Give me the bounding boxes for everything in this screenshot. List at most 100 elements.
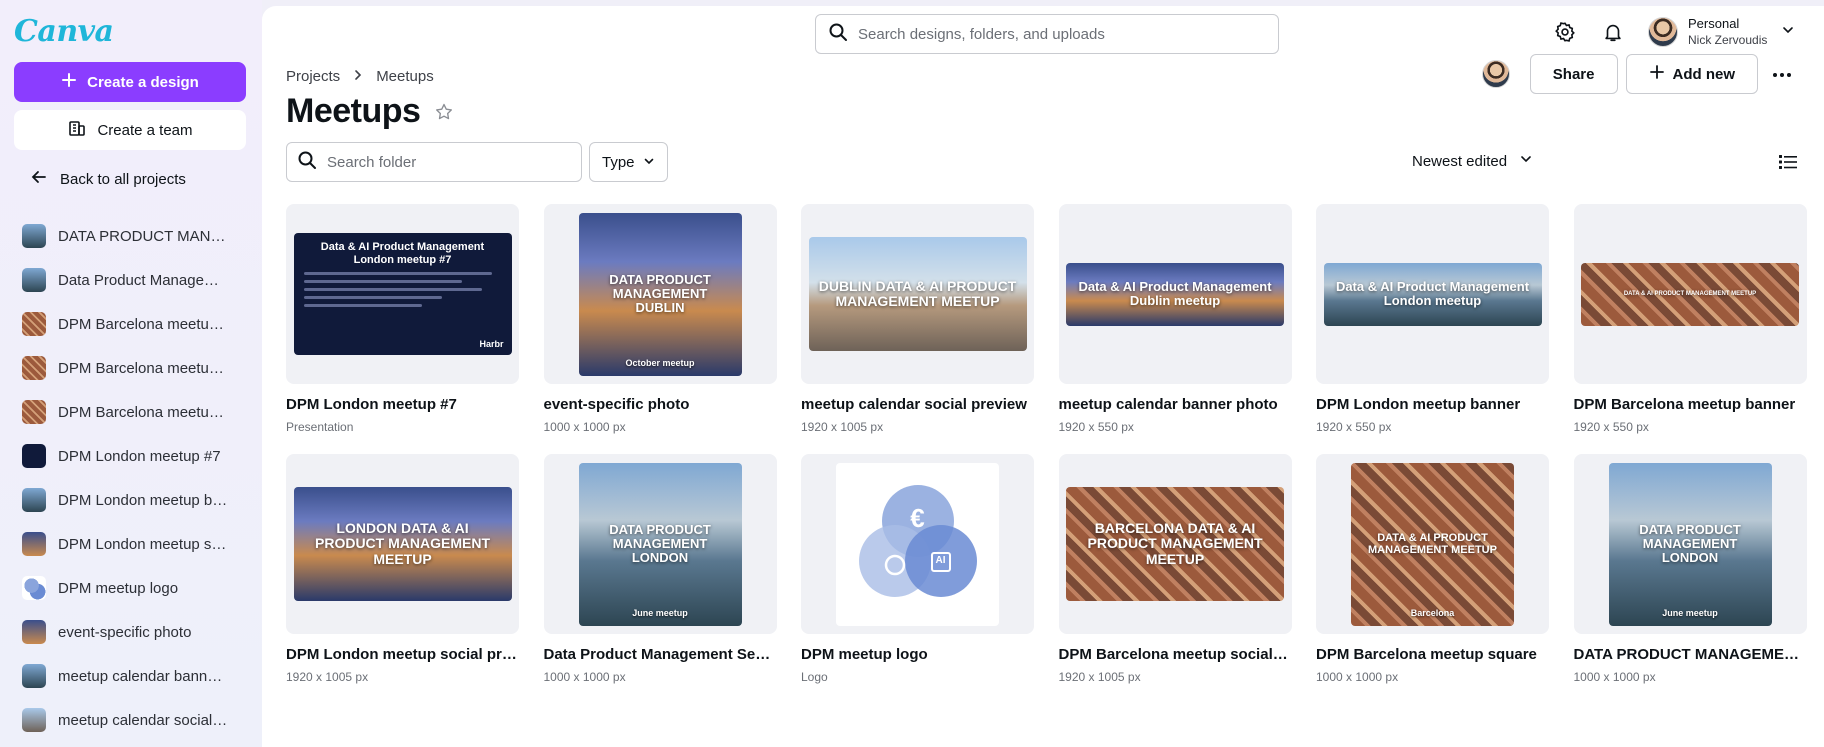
breadcrumb-projects[interactable]: Projects xyxy=(286,68,340,85)
design-title[interactable]: DPM Barcelona meetup banner xyxy=(1574,396,1807,413)
settings-button[interactable] xyxy=(1549,18,1581,50)
list-view-toggle[interactable] xyxy=(1774,150,1802,178)
main-panel: Personal Nick Zervoudis Projects Meetups… xyxy=(262,6,1824,747)
sidebar-design-item[interactable]: meetup calendar social preview xyxy=(22,698,252,742)
sidebar-design-item[interactable]: DPM meetup logo xyxy=(22,566,252,610)
design-card[interactable]: DUBLIN DATA & AI PRODUCT MANAGEMENT MEET… xyxy=(801,204,1034,434)
design-thumbnail[interactable]: Data & AI Product Management London meet… xyxy=(1316,204,1549,384)
sidebar-design-item[interactable]: event-specific photo xyxy=(22,610,252,654)
type-filter-dropdown[interactable]: Type xyxy=(589,142,668,182)
sidebar-design-item[interactable]: DPM London meetup #7 xyxy=(22,434,252,478)
sidebar-design-item[interactable]: DPM Barcelona meetup square xyxy=(22,302,252,346)
sidebar-design-item[interactable]: Data Product Management September xyxy=(22,258,252,302)
account-switcher[interactable]: Personal Nick Zervoudis xyxy=(1648,16,1795,48)
design-thumbnail[interactable]: Data & AI Product Management London meet… xyxy=(286,204,519,384)
back-to-projects-link[interactable]: Back to all projects xyxy=(30,168,186,190)
design-meta: Logo xyxy=(801,670,828,684)
design-thumbnail[interactable]: LONDON DATA & AI PRODUCT MANAGEMENT MEET… xyxy=(286,454,519,634)
image-preview: DATA & AI PRODUCT MANAGEMENT MEETUP Barc… xyxy=(1351,462,1514,626)
global-search-input[interactable] xyxy=(858,25,1258,43)
collaborator-avatar[interactable] xyxy=(1481,60,1510,88)
design-title[interactable]: DPM London meetup banner xyxy=(1316,396,1549,413)
breadcrumb: Projects Meetups xyxy=(286,68,434,85)
sidebar-design-label: Data Product Management September xyxy=(58,271,230,289)
design-card[interactable]: DATA PRODUCT MANAGEMENT DUBLIN October m… xyxy=(543,204,777,434)
design-meta: 1000 x 1000 px xyxy=(543,670,626,684)
sidebar-design-label: DATA PRODUCT MANAGEMENT LONDON xyxy=(58,227,230,245)
building-icon xyxy=(67,118,87,142)
gear-icon xyxy=(1554,21,1576,48)
design-card[interactable]: DATA & AI PRODUCT MANAGEMENT MEETUP DPM … xyxy=(1573,204,1807,434)
design-card[interactable]: Data & AI Product Management London meet… xyxy=(286,204,519,434)
breadcrumb-current: Meetups xyxy=(376,68,434,85)
sidebar-design-item[interactable]: DATA PRODUCT MANAGEMENT LONDON xyxy=(22,214,252,258)
image-preview: DATA PRODUCT MANAGEMENT LONDON June meet… xyxy=(578,462,742,626)
design-thumbnail-icon xyxy=(22,532,46,556)
design-thumbnail[interactable]: DUBLIN DATA & AI PRODUCT MANAGEMENT MEET… xyxy=(801,204,1034,384)
design-thumbnail[interactable]: Data & AI Product Management Dublin meet… xyxy=(1058,204,1292,384)
preview-title: DATA PRODUCT MANAGEMENT LONDON xyxy=(1639,521,1741,566)
euro-glyph: € xyxy=(910,502,925,533)
sidebar-design-item[interactable]: DPM London meetup social preview xyxy=(22,522,252,566)
design-title[interactable]: DPM London meetup social preview xyxy=(286,646,519,663)
image-preview: DUBLIN DATA & AI PRODUCT MANAGEMENT MEET… xyxy=(808,237,1027,351)
design-thumbnail[interactable]: DATA PRODUCT MANAGEMENT LONDON June meet… xyxy=(543,454,777,634)
design-thumbnail-icon xyxy=(22,708,46,732)
design-card[interactable]: BARCELONA DATA & AI PRODUCT MANAGEMENT M… xyxy=(1058,454,1292,684)
design-card[interactable]: LONDON DATA & AI PRODUCT MANAGEMENT MEET… xyxy=(286,454,519,684)
design-meta: 1000 x 1000 px xyxy=(543,420,626,434)
design-title[interactable]: DPM meetup logo xyxy=(801,646,1034,663)
sidebar-design-item[interactable]: meetup calendar banner photo xyxy=(22,654,252,698)
sidebar-design-label: DPM Barcelona meetup square xyxy=(58,315,230,333)
more-options-button[interactable] xyxy=(1766,58,1798,90)
notifications-button[interactable] xyxy=(1597,18,1629,50)
design-title[interactable]: DATA PRODUCT MANAGEMENT LONDON xyxy=(1574,646,1807,663)
design-thumbnail[interactable]: DATA & AI PRODUCT MANAGEMENT MEETUP xyxy=(1573,204,1807,384)
design-card[interactable]: DATA PRODUCT MANAGEMENT LONDON June meet… xyxy=(543,454,777,684)
folder-search-input[interactable] xyxy=(327,153,567,171)
share-button[interactable]: Share xyxy=(1529,54,1618,94)
design-card[interactable]: DATA & AI PRODUCT MANAGEMENT MEETUP Barc… xyxy=(1316,454,1549,684)
design-card[interactable]: DATA PRODUCT MANAGEMENT LONDON June meet… xyxy=(1573,454,1807,684)
arrow-left-icon xyxy=(30,168,48,190)
image-preview: LONDON DATA & AI PRODUCT MANAGEMENT MEET… xyxy=(293,487,512,601)
add-new-label: Add new xyxy=(1672,65,1736,83)
bell-icon xyxy=(1602,21,1624,48)
plus-icon xyxy=(1649,64,1665,84)
canva-logo[interactable]: Canva xyxy=(14,14,114,49)
design-thumbnail[interactable]: BARCELONA DATA & AI PRODUCT MANAGEMENT M… xyxy=(1058,454,1292,634)
create-team-button[interactable]: Create a team xyxy=(14,110,246,150)
folder-search[interactable] xyxy=(286,142,582,182)
design-title[interactable]: meetup calendar banner photo xyxy=(1059,396,1292,413)
design-meta: 1000 x 1000 px xyxy=(1316,670,1399,684)
create-design-button[interactable]: Create a design xyxy=(14,62,246,102)
design-title[interactable]: DPM Barcelona meetup social preview xyxy=(1059,646,1292,663)
design-title[interactable]: Data Product Management September xyxy=(544,646,777,663)
sidebar-design-item[interactable]: DPM Barcelona meetup banner xyxy=(22,390,252,434)
sidebar-design-item[interactable]: DPM Barcelona meetup social preview xyxy=(22,346,252,390)
design-thumbnail[interactable]: DATA & AI PRODUCT MANAGEMENT MEETUP Barc… xyxy=(1316,454,1549,634)
sidebar-design-item[interactable]: DPM London meetup banner xyxy=(22,478,252,522)
sidebar-design-label: DPM Barcelona meetup banner xyxy=(58,403,230,421)
star-icon[interactable] xyxy=(434,102,454,127)
design-card[interactable]: € AI DPM meetup logo Logo xyxy=(801,454,1034,684)
design-card[interactable]: Data & AI Product Management London meet… xyxy=(1316,204,1549,434)
design-card[interactable]: Data & AI Product Management Dublin meet… xyxy=(1058,204,1292,434)
sidebar-design-label: meetup calendar social preview xyxy=(58,711,230,729)
sidebar: Canva Create a design Create a team Back… xyxy=(0,0,262,747)
design-title[interactable]: DPM Barcelona meetup square xyxy=(1316,646,1549,663)
sort-dropdown[interactable]: Newest edited xyxy=(1412,152,1533,170)
sidebar-design-list: DATA PRODUCT MANAGEMENT LONDON Data Produ… xyxy=(22,214,252,742)
design-title[interactable]: DPM London meetup #7 xyxy=(286,396,519,413)
design-thumbnail[interactable]: DATA PRODUCT MANAGEMENT LONDON June meet… xyxy=(1573,454,1807,634)
design-meta: 1920 x 1005 px xyxy=(1058,670,1141,684)
add-new-button[interactable]: Add new xyxy=(1625,54,1758,94)
design-title[interactable]: event-specific photo xyxy=(544,396,777,413)
design-meta: 1920 x 550 px xyxy=(1058,420,1134,434)
image-preview: Data & AI Product Management Dublin meet… xyxy=(1066,262,1284,326)
design-thumbnail[interactable]: DATA PRODUCT MANAGEMENT DUBLIN October m… xyxy=(543,204,777,384)
global-search[interactable] xyxy=(815,14,1279,54)
sidebar-design-label: DPM Barcelona meetup social preview xyxy=(58,359,230,377)
design-title[interactable]: meetup calendar social preview xyxy=(801,396,1034,413)
design-thumbnail[interactable]: € AI xyxy=(801,454,1034,634)
